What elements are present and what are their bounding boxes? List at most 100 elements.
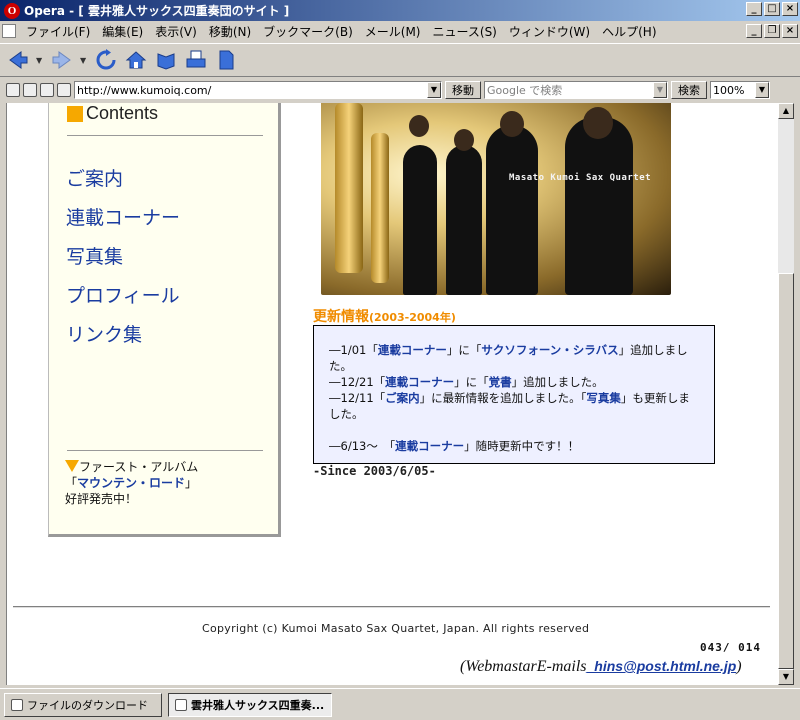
menu-navigate[interactable]: 移動(N)	[203, 23, 257, 40]
close-button[interactable]: ×	[782, 2, 798, 16]
photo-caption: Masato Kumoi Sax Quartet	[509, 173, 652, 183]
camera-icon[interactable]	[23, 83, 37, 97]
album-link[interactable]: マウンテン・ロード	[77, 476, 185, 490]
chevron-down-icon[interactable]: ▼	[755, 82, 769, 98]
orange-square-icon	[67, 105, 83, 122]
triangle-down-icon	[65, 460, 79, 472]
nav-link-series[interactable]: 連載コーナー	[66, 203, 180, 230]
member-head	[583, 107, 613, 139]
scroll-up-arrow[interactable]: ▲	[778, 103, 794, 119]
webmaster-prefix: (WebmastarE-mails	[460, 658, 587, 675]
album-open-quote: 「	[65, 476, 78, 490]
member-head	[500, 111, 524, 137]
news-text: 」に「	[446, 343, 482, 357]
forward-history-dropdown[interactable]: ▼	[80, 56, 88, 65]
print-button[interactable]	[184, 48, 208, 72]
menu-bookmarks[interactable]: ブックマーク(B)	[257, 23, 359, 40]
member-head	[454, 129, 474, 151]
go-button[interactable]: 移動	[445, 81, 481, 99]
doc-close-button[interactable]: ×	[782, 24, 798, 38]
menu-mail[interactable]: メール(M)	[359, 23, 427, 40]
scroll-thumb[interactable]	[778, 273, 794, 669]
menu-file[interactable]: ファイル(F)	[20, 23, 96, 40]
menu-edit[interactable]: 編集(E)	[96, 23, 149, 40]
saxophone-shape	[371, 133, 389, 283]
news-item: ―1/01「連載コーナー」に「サクソフォーン・シラバス」追加しました。	[329, 342, 700, 374]
nav-link-photos[interactable]: 写真集	[66, 242, 123, 269]
contents-heading-text: Contents	[86, 103, 159, 123]
news-item: ―6/13～ 「連載コーナー」随時更新中です！！	[329, 438, 700, 454]
news-heading-years: (2003-2004年)	[369, 311, 456, 324]
chevron-down-icon[interactable]: ▼	[427, 82, 441, 98]
member-figure	[403, 145, 437, 295]
navigation-toolbar: ▼ ▼	[0, 43, 800, 77]
task-current-page[interactable]: 雲井雅人サックス四重奏...	[168, 692, 332, 717]
search-button[interactable]: 検索	[671, 81, 707, 99]
scroll-down-arrow[interactable]: ▼	[778, 669, 794, 685]
window-controls: _ □ ×	[746, 2, 798, 16]
back-button[interactable]	[6, 48, 30, 72]
print-icon	[186, 50, 206, 68]
webmaster-email-link[interactable]: _hins@post.html.ne.jp	[587, 658, 737, 674]
hotlist-button[interactable]	[154, 48, 178, 72]
printer-icon[interactable]	[57, 83, 71, 97]
quartet-photo: Masato Kumoi Sax Quartet	[321, 103, 671, 295]
news-link[interactable]: ご案内	[385, 391, 420, 405]
news-list: ―1/01「連載コーナー」に「サクソフォーン・シラバス」追加しました。 ―12/2…	[329, 342, 700, 454]
window-taskbar: ファイルのダウンロード 雲井雅人サックス四重奏...	[0, 688, 800, 720]
since-date: -Since 2003/6/05-	[313, 464, 436, 478]
news-link[interactable]: 写真集	[586, 391, 621, 405]
news-heading: 更新情報(2003-2004年)	[313, 306, 456, 326]
news-text: 」に最新情報を追加しました。「	[419, 391, 587, 405]
divider	[67, 450, 263, 451]
doc-restore-button[interactable]: ❐	[764, 24, 780, 38]
home-button[interactable]	[124, 48, 148, 72]
minimize-button[interactable]: _	[746, 2, 762, 16]
page-info-button[interactable]	[214, 48, 238, 72]
page-icon[interactable]	[40, 83, 54, 97]
contents-nav-panel: Contents ご案内 連載コーナー 写真集 プロフィール リンク集 ファース…	[48, 103, 281, 537]
news-link[interactable]: 覚書	[489, 375, 512, 389]
search-input[interactable]: Google で検索 ▼	[484, 81, 668, 99]
search-placeholder: Google で検索	[487, 84, 563, 97]
news-text: ―6/13～ 「	[329, 439, 396, 453]
chevron-down-icon[interactable]: ▼	[653, 82, 667, 98]
news-link[interactable]: 連載コーナー	[385, 375, 454, 389]
menu-view[interactable]: 表示(V)	[149, 23, 203, 40]
lock-icon[interactable]	[6, 83, 20, 97]
nav-link-links[interactable]: リンク集	[66, 320, 142, 347]
url-field[interactable]: http://www.kumoiq.com/ ▼	[74, 81, 442, 99]
member-figure	[565, 117, 633, 295]
back-history-dropdown[interactable]: ▼	[36, 56, 44, 65]
home-icon	[125, 51, 147, 69]
doc-minimize-button[interactable]: _	[746, 24, 762, 38]
member-figure	[486, 125, 538, 295]
zoom-select[interactable]: 100% ▼	[710, 81, 770, 99]
document-window-icon[interactable]	[2, 24, 16, 38]
reload-button[interactable]	[94, 48, 118, 72]
news-text: 」に「	[454, 375, 489, 389]
copyright-text: Copyright (c) Kumoi Masato Sax Quartet, …	[202, 622, 590, 635]
document-icon	[219, 50, 234, 70]
news-link[interactable]: 連載コーナー	[378, 343, 447, 357]
news-box: ―1/01「連載コーナー」に「サクソフォーン・シラバス」追加しました。 ―12/2…	[313, 325, 715, 464]
vertical-scrollbar[interactable]: ▲ ▼	[778, 103, 794, 685]
nav-link-guide[interactable]: ご案内	[66, 164, 123, 191]
news-text: 」随時更新中です！！	[464, 439, 580, 453]
task-download[interactable]: ファイルのダウンロード	[4, 692, 162, 717]
album-close-quote: 」	[185, 476, 198, 490]
webmaster-suffix: )	[736, 658, 742, 675]
menu-news[interactable]: ニュース(S)	[426, 23, 502, 40]
menu-help[interactable]: ヘルプ(H)	[596, 23, 662, 40]
maximize-button[interactable]: □	[764, 2, 780, 16]
news-text: ―12/11「	[329, 391, 386, 405]
reload-icon	[96, 49, 116, 70]
nav-link-profile[interactable]: プロフィール	[66, 281, 180, 308]
news-item: ―12/21「連載コーナー」に「覚書」追加しました。	[329, 374, 700, 390]
news-link[interactable]: 連載コーナー	[395, 439, 464, 453]
url-text: http://www.kumoiq.com/	[77, 83, 212, 97]
menu-window[interactable]: ウィンドウ(W)	[503, 23, 596, 40]
news-link[interactable]: サクソフォーン・シラバス	[481, 343, 618, 357]
forward-button[interactable]	[50, 48, 74, 72]
news-item: ―12/11「ご案内」に最新情報を追加しました。「写真集」も更新しました。	[329, 390, 700, 422]
